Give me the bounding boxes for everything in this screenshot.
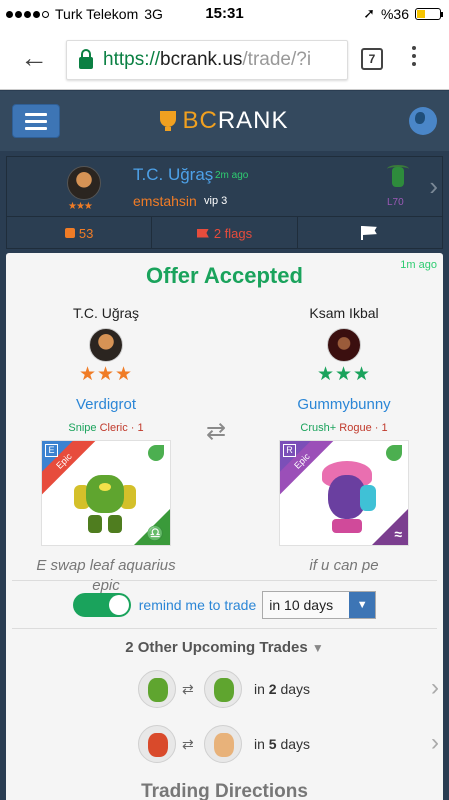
username: emstahsin (133, 193, 197, 209)
level-label: L70 (387, 197, 404, 208)
url-host: bcrank.us (160, 49, 243, 70)
caret-down-icon: ▼ (311, 641, 324, 655)
monster-icon (385, 163, 411, 191)
monster-thumb (204, 725, 242, 763)
monster-image (74, 463, 136, 533)
monster-card[interactable]: Epic R ≈ (279, 440, 409, 546)
monster-image (318, 461, 376, 533)
upcoming-trade-row[interactable]: ⇄ in 5 days › (6, 725, 443, 769)
aquarius-sign-icon (372, 509, 408, 545)
remind-interval-select[interactable]: in 10 days ▼ (262, 591, 377, 619)
trade-eta: in 5 days (254, 736, 311, 752)
lock-icon (79, 49, 93, 69)
libra-glyph: ♎ (146, 525, 164, 541)
monster-thumb (138, 670, 176, 708)
divider (12, 628, 437, 629)
remind-label: remind me to trade (138, 597, 257, 613)
rating-stars: ★★★ (316, 364, 372, 385)
app-header: BCRANK (0, 91, 449, 151)
vip-badge: vip 3 (204, 195, 228, 207)
avatar (67, 166, 101, 200)
thumbs-up-icon (64, 228, 75, 238)
player-name[interactable]: T.C. Uğraş (133, 165, 213, 185)
aquarius-glyph: ≈ (394, 526, 402, 542)
battery-percent: %36 (380, 5, 409, 22)
monster-skills: Snipe Cleric · 1 (68, 422, 144, 434)
monster-thumb (204, 670, 242, 708)
upcoming-trade-row[interactable]: ⇄ in 2 days › (6, 670, 443, 714)
like-button[interactable]: 53 (7, 217, 153, 249)
status-bar: Turk Telekom 3G 15:31 ➚ %36 (0, 0, 449, 28)
trade-description: E swap leaf aquarius epic (36, 557, 176, 594)
trade-eta: in 2 days (254, 681, 311, 697)
element-letter: R (283, 444, 296, 457)
trophy-icon (160, 111, 177, 131)
monster-card[interactable]: Epic E ♎ (41, 440, 171, 546)
globe-icon[interactable] (409, 107, 437, 135)
rating-stars: ★★★ (78, 364, 134, 385)
url-path: /trade/?i (242, 49, 312, 70)
rating-stars: ★★★ (68, 201, 93, 212)
flag-icon (196, 228, 209, 238)
swap-icon: ⇄ (182, 681, 194, 697)
avatar[interactable] (327, 328, 361, 362)
tab-switcher-button[interactable]: 7 (361, 48, 383, 70)
offer-title: Offer Accepted (146, 263, 303, 288)
url-bar[interactable]: https:// bcrank.us /trade/?i (66, 40, 348, 80)
monster-name[interactable]: Verdigrot (26, 396, 186, 413)
swap-icon: ⇄ (182, 736, 194, 752)
flag-outline-icon (360, 226, 379, 240)
leaf-icon (386, 445, 402, 461)
back-arrow-icon[interactable]: ← (20, 42, 48, 74)
monster-skills: Crush+ Rogue · 1 (300, 422, 388, 434)
upcoming-trades-toggle[interactable]: 2 Other Upcoming Trades ▼ (6, 639, 443, 656)
flags-button[interactable]: 2 flags (152, 217, 298, 249)
timestamp: 2m ago (215, 170, 249, 181)
monster-thumb (138, 725, 176, 763)
browser-toolbar: ← https:// bcrank.us /trade/?i 7 (0, 28, 449, 90)
remind-toggle[interactable] (72, 593, 131, 617)
avatar[interactable] (89, 328, 123, 362)
trading-directions-heading: Trading Directions (141, 781, 308, 800)
url-scheme: https:// (103, 49, 161, 70)
leaf-icon (148, 445, 164, 461)
chevron-right-icon: › (431, 729, 439, 756)
trade-summary-card[interactable]: ★★★ T.C. Uğraş 2m ago emstahsin vip 3 L7… (6, 156, 443, 249)
player-name[interactable]: Ksam Ikbal (264, 305, 424, 321)
monster-name[interactable]: Gummybunny (264, 396, 424, 413)
more-menu-icon[interactable] (412, 46, 416, 66)
brand-logo[interactable]: BCRANK (0, 107, 449, 135)
chevron-right-icon[interactable]: › (429, 171, 438, 202)
location-icon: ➚ (363, 5, 375, 21)
chevron-right-icon: › (431, 674, 439, 701)
offer-panel: 1m ago Offer Accepted T.C. Uğraş ★★★ Ver… (6, 253, 443, 800)
reminder-row: remind me to trade in 10 days ▼ (6, 591, 443, 619)
swap-arrows-icon: ⇄ (206, 418, 227, 445)
report-flag-button[interactable] (298, 217, 442, 249)
chevron-down-icon: ▼ (349, 592, 376, 618)
right-player: Ksam Ikbal ★★★ Gummybunny Crush+ Rogue ·… (264, 305, 424, 576)
left-player: T.C. Uğraş ★★★ Verdigrot Snipe Cleric · … (26, 305, 186, 596)
player-name[interactable]: T.C. Uğraş (26, 305, 186, 321)
divider (12, 580, 437, 581)
trade-description: if u can pe (309, 557, 379, 574)
battery-icon (415, 7, 443, 20)
element-letter: E (45, 444, 58, 457)
